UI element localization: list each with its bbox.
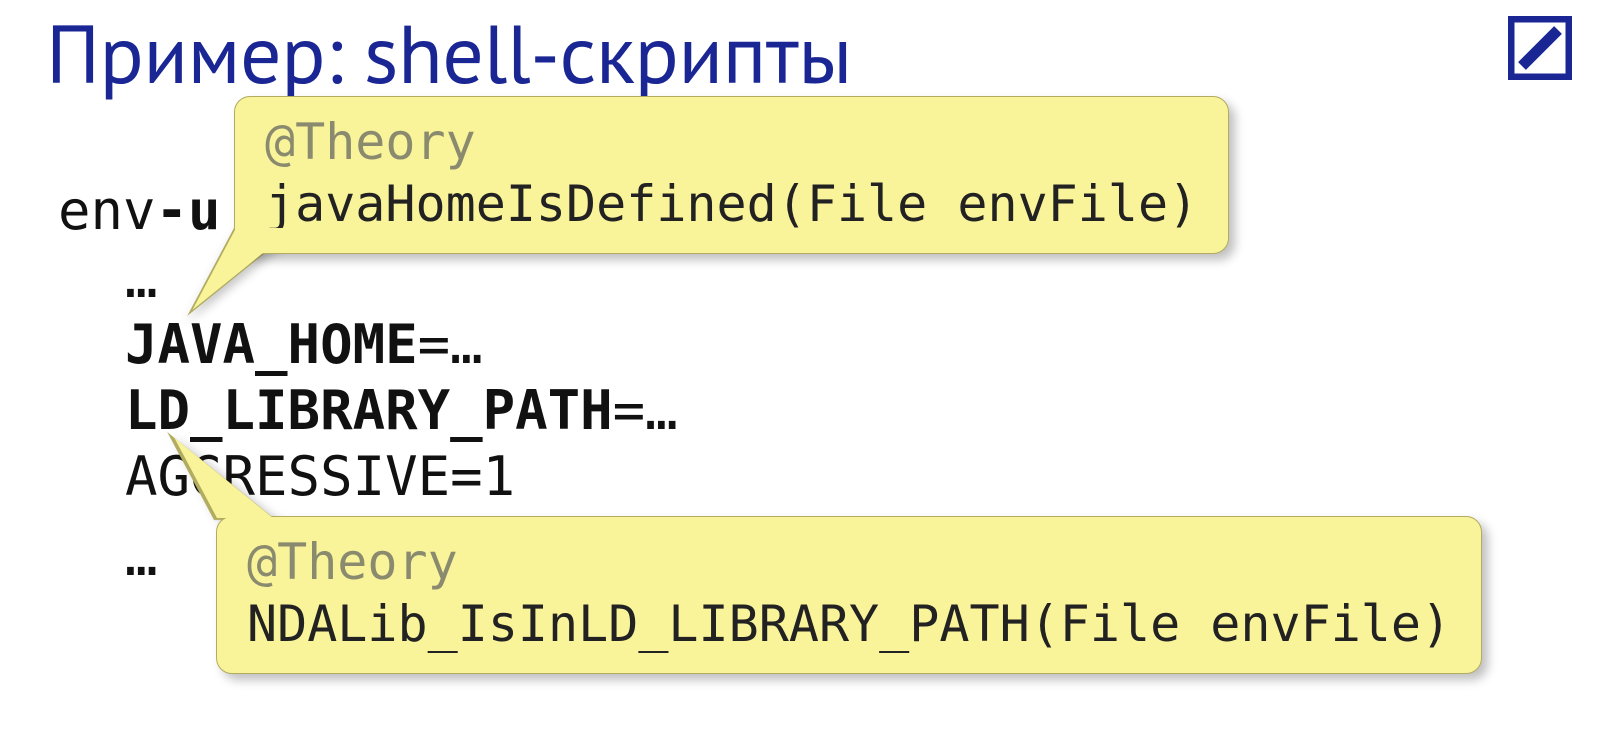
callout-top-text: javaHomeIsDefined(File envFile) bbox=[265, 173, 1198, 235]
deutsche-bank-logo-icon bbox=[1508, 16, 1572, 79]
callout-bottom-text: NDALib_IsInLD_LIBRARY_PATH(File envFile) bbox=[247, 593, 1451, 655]
callout-top-annotation: @Theory bbox=[265, 111, 1198, 173]
ld-path-assign: =… bbox=[613, 379, 678, 442]
env-flag: -u bbox=[156, 179, 221, 242]
callout-bottom-annotation: @Theory bbox=[247, 531, 1451, 593]
env-text: env bbox=[58, 179, 156, 242]
code-line-dots-1: … bbox=[125, 246, 158, 312]
code-line-env: env-u bbox=[58, 178, 221, 244]
callout-top: @Theory javaHomeIsDefined(File envFile) bbox=[234, 96, 1229, 254]
java-home-assign: =… bbox=[418, 313, 483, 376]
slide-title: Пример: shell-скрипты bbox=[46, 0, 852, 106]
callout-bottom: @Theory NDALib_IsInLD_LIBRARY_PATH(File … bbox=[216, 516, 1482, 674]
code-line-dots-2: … bbox=[125, 524, 158, 590]
code-line-java-home: JAVA_HOME=… bbox=[125, 312, 483, 378]
java-home-var: JAVA_HOME bbox=[125, 313, 418, 376]
